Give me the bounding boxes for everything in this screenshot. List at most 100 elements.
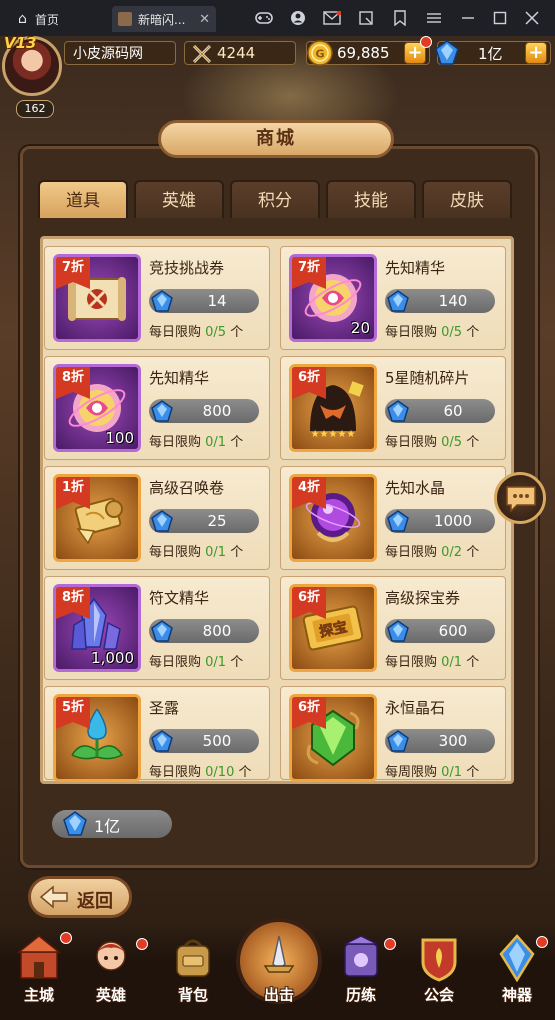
castle-icon — [16, 935, 62, 979]
svg-text:★★★★★: ★★★★★ — [311, 429, 356, 440]
shop-item-card[interactable]: 7折 竞技挑战券 14 每日限购 0/5 个 — [44, 246, 270, 350]
item-price: 800 — [202, 402, 232, 420]
blue-gem-icon — [151, 290, 173, 312]
screenshot-icon[interactable] — [356, 8, 376, 28]
blue-gem-icon — [387, 290, 409, 312]
back-label: 返回 — [77, 891, 113, 912]
shop-item-card[interactable]: 5折 圣露 500 每日限购 0/10 个 — [44, 686, 270, 782]
tab-home-label: 首页 — [34, 12, 59, 27]
purchase-limit: 每日限购 0/10 个 — [149, 761, 252, 780]
tab-game-label: 新暗闪... — [138, 12, 186, 27]
tab-skins[interactable]: 皮肤 — [422, 180, 512, 218]
price-tag[interactable]: 300 — [385, 729, 495, 753]
item-frame: ★★★★★ 6折 — [289, 364, 377, 452]
shop-item-card[interactable]: 探宝 6折 高级探宝券 600 每日限购 0/1 个 — [280, 576, 506, 680]
guild-icon — [421, 938, 457, 982]
item-price: 14 — [207, 292, 227, 310]
limit-unit: 个 — [238, 765, 252, 780]
svg-text:G: G — [315, 48, 324, 61]
purchase-limit: 每日限购 0/1 个 — [149, 541, 243, 560]
limit-count: 0/5 — [441, 325, 463, 340]
price-tag[interactable]: 500 — [149, 729, 259, 753]
back-button[interactable]: 返回 — [28, 876, 132, 918]
tab-points[interactable]: 积分 — [230, 180, 320, 218]
purchase-limit: 每日限购 0/5 个 — [149, 321, 243, 340]
price-tag[interactable]: 140 — [385, 289, 495, 313]
purchase-limit: 每周限购 0/1 个 — [385, 761, 479, 780]
item-name: 先知精华 — [149, 369, 210, 387]
home-icon: ⌂ — [18, 11, 27, 27]
price-tag[interactable]: 14 — [149, 289, 259, 313]
shop-item-card[interactable]: 7折 20 先知精华 140 每日限购 0/5 个 — [280, 246, 506, 350]
limit-label: 每周限购 — [385, 765, 438, 780]
limit-unit: 个 — [466, 435, 480, 450]
nav-backpack[interactable]: 背包 — [158, 932, 228, 1018]
item-name: 先知精华 — [385, 259, 446, 277]
price-tag[interactable]: 1000 — [385, 509, 495, 533]
tab-heroes[interactable]: 英雄 — [134, 180, 224, 218]
item-frame: 1折 — [53, 474, 141, 562]
price-tag[interactable]: 60 — [385, 399, 495, 423]
maximize-icon[interactable] — [490, 8, 510, 28]
shop-item-card[interactable]: 4折 先知水晶 1000 每日限购 0/2 个 — [280, 466, 506, 570]
bookmark-icon[interactable] — [390, 8, 410, 28]
nav-guild[interactable]: 公会 — [404, 932, 474, 1018]
shop-item-card[interactable]: ★★★★★ 6折 5星随机碎片 60 每日限购 0/5 个 — [280, 356, 506, 460]
price-tag[interactable]: 800 — [149, 619, 259, 643]
limit-count: 0/5 — [441, 435, 463, 450]
shop-item-card[interactable]: 8折 100 先知精华 800 每日限购 0/1 个 — [44, 356, 270, 460]
limit-count: 0/1 — [441, 655, 463, 670]
nav-main-city[interactable]: 主城 — [4, 932, 74, 1018]
gem-balance-value: 1亿 — [94, 817, 121, 836]
tab-items[interactable]: 道具 — [38, 180, 128, 218]
gold-notification-dot — [420, 36, 432, 48]
tab-home[interactable]: ⌂ 首页 — [8, 6, 108, 32]
blue-gem-icon — [387, 510, 409, 532]
item-quantity: 100 — [105, 429, 134, 447]
gamepad-icon[interactable] — [254, 8, 274, 28]
shop-item-card[interactable]: 1折 高级召唤卷 25 每日限购 0/1 个 — [44, 466, 270, 570]
blue-gem-icon — [387, 620, 409, 642]
item-frame: 7折 20 — [289, 254, 377, 342]
item-price: 600 — [438, 622, 468, 640]
item-name: 竞技挑战券 — [149, 259, 225, 277]
nav-battle[interactable]: 出击 — [244, 932, 314, 1018]
price-tag[interactable]: 600 — [385, 619, 495, 643]
item-price: 60 — [443, 402, 463, 420]
item-price: 25 — [207, 512, 227, 530]
close-icon[interactable] — [522, 8, 542, 28]
price-tag[interactable]: 25 — [149, 509, 259, 533]
blue-gem-icon — [435, 40, 459, 65]
limit-label: 每日限购 — [149, 435, 202, 450]
item-name: 符文精华 — [149, 589, 210, 607]
shop-item-card[interactable]: 6折 永恒晶石 300 每周限购 0/1 个 — [280, 686, 506, 782]
minimize-icon[interactable] — [458, 8, 478, 28]
mail-icon[interactable] — [322, 8, 342, 28]
shop-item-card[interactable]: 8折 1,000 符文精华 800 每日限购 0/1 个 — [44, 576, 270, 680]
nav-label: 背包 — [177, 986, 208, 1004]
limit-label: 每日限购 — [149, 765, 202, 780]
tab-close-icon[interactable]: ✕ — [199, 12, 210, 27]
limit-count: 0/2 — [441, 545, 463, 560]
add-gem-button[interactable]: + — [525, 42, 547, 64]
notification-dot — [60, 932, 72, 944]
user-icon[interactable] — [288, 8, 308, 28]
shop-title: 商城 — [158, 120, 394, 158]
item-price: 500 — [202, 732, 232, 750]
game-thumb-icon — [118, 12, 132, 26]
item-quantity: 20 — [350, 319, 370, 337]
player-name-bar[interactable]: 小皮源码网 — [64, 41, 176, 65]
backpack-icon — [176, 939, 210, 977]
limit-label: 每日限购 — [149, 325, 202, 340]
price-tag[interactable]: 800 — [149, 399, 259, 423]
item-price: 300 — [438, 732, 468, 750]
menu-icon[interactable] — [424, 8, 444, 28]
chat-button[interactable] — [494, 472, 546, 524]
purchase-limit: 每日限购 0/1 个 — [149, 651, 243, 670]
limit-unit: 个 — [466, 325, 480, 340]
item-frame: 5折 — [53, 694, 141, 782]
tab-game[interactable]: 新暗闪... ✕ — [112, 6, 216, 32]
tab-skills[interactable]: 技能 — [326, 180, 416, 218]
gold-value: 69,885 — [337, 44, 390, 62]
limit-count: 0/1 — [205, 655, 227, 670]
